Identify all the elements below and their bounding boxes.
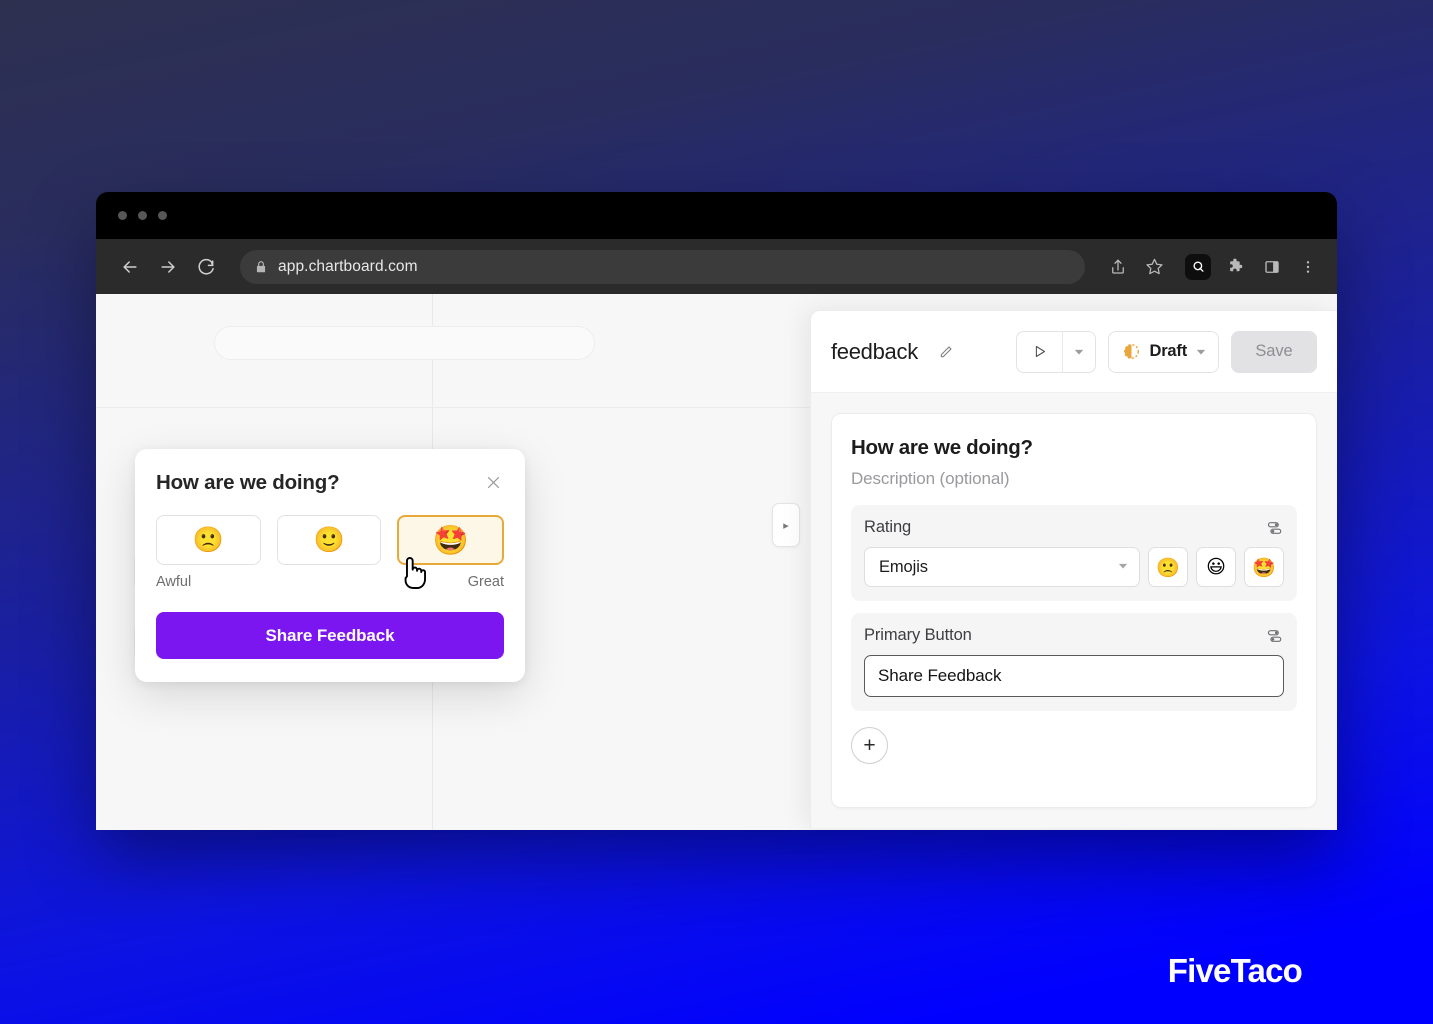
app-search-bar[interactable] [214,326,595,360]
star-struck-face-icon: 🤩 [1252,556,1276,579]
panel-expand-toggle[interactable]: ▸ [772,503,800,547]
rating-option-awful[interactable]: 🙁 [156,515,261,565]
brand-logo: FiveTaco [1167,952,1303,989]
form-builder-card: How are we doing? Description (optional)… [831,413,1317,808]
field-block-rating: Rating Emojis 🙁 😃 🤩 [851,505,1297,601]
rating-option-neutral[interactable]: 🙂 [276,515,382,565]
window-minimize-button[interactable] [138,211,147,220]
scale-low-label: Awful [156,574,192,590]
feedback-modal-title: How are we doing? [156,471,340,494]
frowning-face-icon: 🙁 [1156,556,1180,579]
close-icon[interactable] [482,471,504,493]
run-button-group [1016,330,1097,373]
extensions-puzzle-icon[interactable] [1221,252,1251,282]
share-icon[interactable] [1103,252,1133,282]
rating-type-select[interactable]: Emojis [864,547,1140,587]
emoji-swatch-frowning[interactable]: 🙁 [1148,547,1188,587]
star-struck-face-icon: 🤩 [432,522,469,557]
sliders-icon[interactable] [1266,519,1284,537]
field-label-rating: Rating [864,518,912,536]
run-options-caret[interactable] [1063,332,1095,372]
window-maximize-button[interactable] [158,211,167,220]
status-label: Draft [1149,342,1187,360]
bookmark-star-icon[interactable] [1139,252,1169,282]
url-bar[interactable]: app.chartboard.com [240,249,1085,284]
form-description-placeholder[interactable]: Description (optional) [851,469,1297,489]
chevron-down-icon [1118,561,1128,573]
form-title[interactable]: How are we doing? [851,436,1297,460]
field-header: Primary Button [864,626,1284,645]
primary-button-text-input[interactable]: Share Feedback [864,655,1284,697]
plus-icon: + [863,733,876,757]
chevron-down-icon [1196,347,1206,357]
frowning-face-icon: 🙁 [192,525,224,554]
save-button[interactable]: Save [1231,330,1317,373]
primary-button-value: Share Feedback [878,666,1002,685]
sidebar-panel-icon[interactable] [1257,252,1287,282]
field-row-rating: Emojis 🙁 😃 🤩 [864,547,1284,587]
window-close-button[interactable] [118,211,127,220]
editor-body: How are we doing? Description (optional)… [811,393,1337,828]
emoji-swatch-star-struck[interactable]: 🤩 [1244,547,1284,587]
form-name-label: feedback [831,338,918,364]
browser-toolbar: app.chartboard.com [96,239,1337,294]
field-block-primary-button: Primary Button Share Feedback [851,613,1297,711]
share-feedback-button[interactable]: Share Feedback [156,612,504,659]
pencil-icon[interactable] [938,344,954,360]
scale-high-label: Great [467,574,504,590]
browser-titlebar [96,192,1337,239]
status-dropdown-draft[interactable]: Draft [1108,330,1219,373]
field-label-primary-button: Primary Button [864,626,972,644]
sliders-icon[interactable] [1266,627,1284,645]
kebab-menu-icon[interactable] [1293,252,1323,282]
chevron-right-icon: ▸ [783,519,789,532]
feedback-modal: How are we doing? 🙁 🙂 🤩 Awful Great Shar… [135,449,525,682]
slightly-smiling-face-icon: 🙂 [313,525,345,554]
url-text: app.chartboard.com [278,257,418,275]
profile-icon[interactable] [1185,253,1211,280]
editor-header: feedback Draft Save [811,311,1337,393]
forward-arrow-icon[interactable] [152,251,184,283]
half-circle-icon [1123,343,1140,360]
rating-option-row: 🙁 🙂 🤩 [156,515,505,565]
rating-type-value: Emojis [879,557,928,576]
lock-icon [254,260,268,274]
feedback-modal-header: How are we doing? [156,471,504,495]
back-arrow-icon[interactable] [114,251,146,283]
browser-window: app.chartboard.com ▸ How are we doing? 🙁… [96,192,1337,830]
field-header: Rating [864,518,1284,537]
add-field-button[interactable]: + [851,727,888,764]
rating-scale-labels: Awful Great [156,574,504,590]
form-editor-panel: feedback Draft Save How are we doing? De… [810,310,1337,828]
rating-option-great[interactable]: 🤩 [397,515,505,565]
run-preview-button[interactable] [1017,331,1064,372]
grinning-face-icon: 😃 [1206,556,1226,578]
emoji-swatch-grinning[interactable]: 😃 [1196,547,1236,587]
reload-arrow-icon[interactable] [190,251,222,283]
